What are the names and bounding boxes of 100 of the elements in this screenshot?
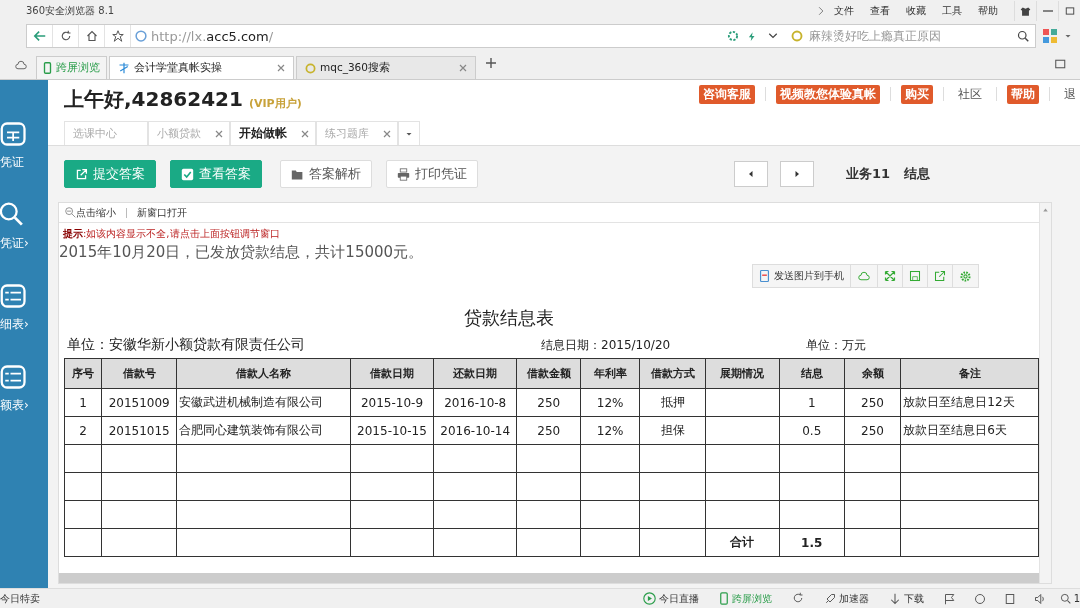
- status-item[interactable]: 今日直播: [642, 591, 699, 606]
- table-cell: 12%: [580, 416, 640, 445]
- table-cell: 250: [516, 388, 581, 417]
- vertical-scrollbar[interactable]: [1039, 203, 1051, 583]
- column-header: 还款日期: [433, 358, 517, 389]
- table-cell: 合肥同心建筑装饰有限公司: [176, 416, 351, 445]
- phone-icon: [718, 592, 729, 605]
- window-icon: [1003, 592, 1016, 605]
- document-title: 贷款结息表: [463, 306, 555, 330]
- table-cell: 12%: [580, 388, 640, 417]
- table-cell: 担保: [639, 416, 706, 445]
- table-cell: 安徽武进机械制造有限公司: [176, 388, 351, 417]
- cloud-icon: [857, 270, 871, 282]
- header-link[interactable]: 社区: [954, 84, 986, 104]
- zoom-out-icon: [65, 207, 76, 218]
- browser-tab[interactable]: mqc_360搜索: [296, 56, 476, 79]
- table-cell: 250: [844, 388, 901, 417]
- search-field[interactable]: 麻辣烫好吃上瘾真正原因: [807, 28, 1013, 44]
- phone-icon: [759, 269, 770, 283]
- close-icon[interactable]: [383, 129, 391, 138]
- status-item[interactable]: 下载: [888, 591, 924, 606]
- header-link[interactable]: 购买: [901, 84, 933, 104]
- menu-item[interactable]: 文件: [834, 4, 854, 18]
- caret-icon: [1064, 32, 1072, 40]
- address-bar[interactable]: http://lx.acc5.com/ 麻辣烫好吃上瘾真正原因: [26, 24, 1036, 48]
- share-icon: [75, 167, 88, 181]
- share-icon: [934, 270, 946, 282]
- menu-item[interactable]: 收藏: [906, 4, 926, 18]
- header-link[interactable]: 视频教您体验真帐: [776, 84, 880, 104]
- column-header: 备注: [900, 358, 1039, 389]
- table-cell: 20151009: [101, 388, 177, 417]
- interest-date: 结息日期：2015/10/20: [541, 336, 671, 354]
- task-title: 结息: [904, 165, 930, 183]
- status-link[interactable]: 今日特卖: [0, 591, 40, 606]
- tab-list-icon: [1054, 58, 1068, 70]
- unit-name: 单位：安徽华新小额贷款有限责任公司: [67, 336, 305, 354]
- status-item[interactable]: 加速器: [823, 591, 869, 606]
- new-tab-icon[interactable]: [486, 58, 496, 68]
- column-header: 借款人名称: [176, 358, 351, 389]
- settings-icon: [959, 269, 972, 283]
- window-title: 360安全浏览器 8.1: [26, 4, 116, 18]
- column-header: 借款方式: [639, 358, 706, 389]
- header-link[interactable]: 咨询客服: [699, 84, 755, 104]
- menu-item[interactable]: 工具: [942, 4, 962, 18]
- vip-label: (VIP用户): [248, 95, 302, 111]
- horizontal-scrollbar[interactable]: [59, 573, 1039, 583]
- column-header: 借款金额: [516, 358, 581, 389]
- star-icon: [111, 30, 124, 42]
- table-cell: 2015-10-15: [350, 416, 434, 445]
- close-icon[interactable]: [277, 64, 285, 72]
- url-text[interactable]: http://lx.acc5.com/: [151, 28, 274, 44]
- menu-item[interactable]: 帮助: [978, 4, 998, 18]
- table-cell: 250: [844, 416, 901, 445]
- cloud-icon: [14, 59, 28, 71]
- save-icon: [909, 270, 921, 282]
- sidebar-item[interactable]: 额表›: [0, 397, 29, 414]
- description-text: 2015年10月20日，已发放贷款结息，共计15000元。: [59, 242, 425, 262]
- action-button[interactable]: 答案解析: [280, 160, 372, 188]
- page-tab[interactable]: 开始做帐: [230, 121, 316, 145]
- header-link[interactable]: 帮助: [1007, 84, 1039, 104]
- new-window-link[interactable]: 新窗口打开: [137, 205, 187, 220]
- sidebar-item[interactable]: 凭证›: [0, 235, 29, 252]
- menu-item[interactable]: 查看: [870, 4, 890, 18]
- play-icon: [642, 592, 656, 605]
- action-button[interactable]: 打印凭证: [386, 160, 478, 188]
- currency-unit: 单位：万元: [806, 336, 867, 354]
- zoom-out-link[interactable]: 点击缩小: [76, 205, 116, 220]
- restore-icon: [1064, 6, 1075, 16]
- back-icon: [32, 29, 47, 43]
- expand-icon: [884, 270, 896, 282]
- apps-icon: [1042, 28, 1058, 44]
- sidebar-item[interactable]: 凭证: [0, 154, 24, 171]
- search-icon: [1017, 30, 1029, 42]
- table-cell: 2015-10-9: [350, 388, 434, 417]
- close-icon[interactable]: [215, 129, 223, 138]
- column-header: 结息: [779, 358, 845, 389]
- close-icon[interactable]: [459, 64, 467, 72]
- check-icon: [181, 167, 194, 181]
- download-icon: [888, 592, 901, 605]
- header-link[interactable]: 退: [1060, 84, 1080, 104]
- zoom-level[interactable]: 1: [1073, 593, 1080, 604]
- chevron-icon: [816, 6, 826, 16]
- up-icon: [1042, 207, 1049, 213]
- column-header: 余额: [844, 358, 901, 389]
- close-icon[interactable]: [301, 129, 309, 138]
- send-to-phone-button[interactable]: 发送图片到手机: [753, 265, 851, 287]
- sidebar-item[interactable]: 细表›: [0, 316, 29, 333]
- globe-icon: [135, 30, 147, 42]
- hint-text: 提示:如该内容显示不全,请点击上面按钮调节窗口: [62, 227, 281, 241]
- column-header: 展期情况: [705, 358, 780, 389]
- table-cell: 2016-10-8: [433, 388, 517, 417]
- refresh-icon: [791, 591, 804, 604]
- folder-icon: [291, 167, 304, 181]
- table-cell: 放款日至结息日12天: [900, 388, 1039, 417]
- browser-tab[interactable]: 会计学堂真帐实操: [109, 56, 294, 79]
- shirt-icon: [1020, 5, 1031, 17]
- tab-icon: [118, 62, 130, 74]
- column-header: 序号: [64, 358, 102, 389]
- column-header: 年利率: [580, 358, 640, 389]
- task-number: 业务11: [845, 165, 890, 183]
